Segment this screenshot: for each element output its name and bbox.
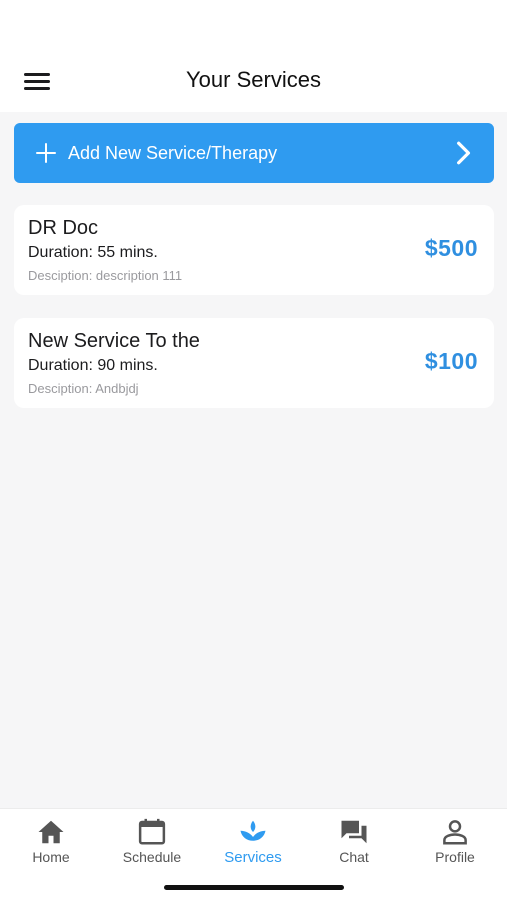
services-screen: Your Services Add New Service/Therapy DR…	[0, 0, 507, 900]
tab-label: Chat	[339, 849, 369, 865]
service-card[interactable]: DR Doc Duration: 55 mins. Desciption: de…	[14, 205, 494, 295]
service-description: Desciption: Andbjdj	[28, 381, 139, 396]
service-card[interactable]: New Service To the Duration: 90 mins. De…	[14, 318, 494, 408]
service-name: DR Doc	[28, 217, 99, 239]
tab-chat[interactable]: Chat	[304, 817, 404, 873]
tab-schedule[interactable]: Schedule	[102, 817, 202, 873]
service-duration: Duration: 90 mins.	[28, 357, 158, 374]
tab-home[interactable]: Home	[1, 817, 101, 873]
tab-label: Schedule	[122, 849, 182, 865]
tab-label: Services	[224, 849, 282, 866]
add-service-button[interactable]: Add New Service/Therapy	[14, 123, 494, 183]
profile-icon	[443, 820, 467, 845]
calendar-icon	[138, 818, 166, 845]
home-indicator	[164, 885, 344, 890]
service-name: New Service To the	[28, 330, 200, 352]
chevron-right-icon	[457, 141, 471, 165]
lotus-icon	[240, 820, 266, 841]
tab-label: Profile	[435, 849, 475, 865]
page-title: Your Services	[186, 67, 321, 92]
service-price: $100	[424, 348, 478, 374]
plus-icon	[34, 141, 58, 165]
service-description: Desciption: description 111	[28, 268, 183, 283]
home-icon	[38, 820, 64, 844]
tab-profile[interactable]: Profile	[405, 817, 505, 873]
service-price: $500	[424, 235, 478, 261]
chat-icon	[341, 820, 367, 844]
service-duration: Duration: 55 mins.	[28, 244, 158, 261]
add-service-label: Add New Service/Therapy	[68, 142, 278, 163]
tab-services[interactable]: Services	[203, 817, 303, 873]
tab-label: Home	[32, 849, 70, 865]
header: Your Services	[0, 0, 507, 112]
